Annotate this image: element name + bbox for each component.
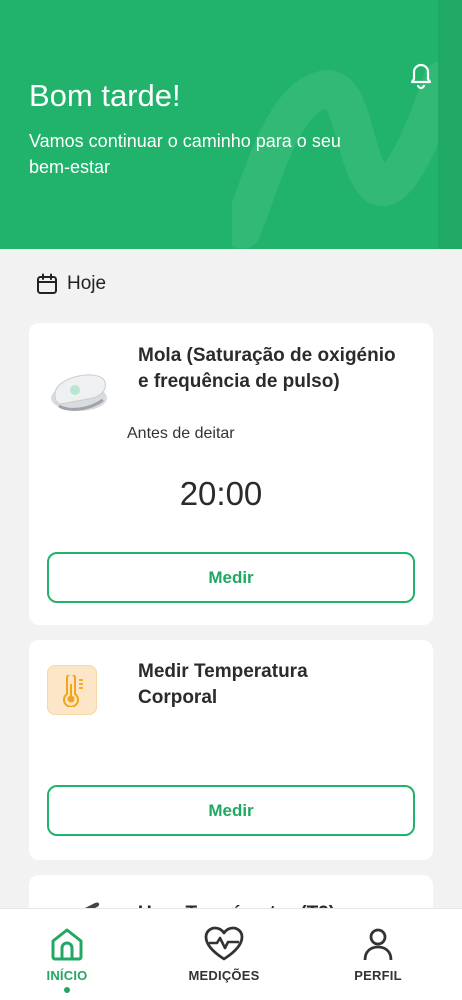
measure-button[interactable]: Medir [47, 785, 415, 836]
greeting-subtitle: Vamos continuar o caminho para o seu bem… [29, 131, 341, 177]
measurement-card-oximeter: Mola (Saturação de oxigénio e frequência… [29, 323, 433, 625]
active-indicator-dot [64, 987, 70, 993]
thermometer-icon-box [47, 665, 97, 715]
home-icon [51, 928, 83, 961]
bell-icon[interactable] [405, 58, 437, 90]
nav-item-profile[interactable]: PERFIL [338, 909, 418, 1000]
date-section: Hoje [36, 271, 106, 297]
card-schedule-label: Antes de deitar [127, 425, 235, 442]
greeting-title: Bom tarde! [29, 78, 181, 113]
thermometer-icon [63, 675, 83, 707]
nav-label-home: INÍCIO [46, 968, 88, 983]
card-title: Medir Temperatura Corporal [138, 661, 308, 708]
card-time: 20:00 [179, 475, 263, 512]
measure-button[interactable]: Medir [47, 552, 415, 603]
nav-label-measurements: MEDIÇÕES [188, 968, 260, 983]
nav-item-home[interactable]: INÍCIO [32, 909, 102, 1000]
user-icon [363, 928, 393, 961]
header-banner: Bom tarde! Vamos continuar o caminho par… [0, 0, 462, 249]
bottom-navigation: INÍCIO MEDIÇÕES PERFIL [0, 908, 462, 1000]
measurement-card-temperature: Medir Temperatura Corporal Medir [29, 640, 433, 860]
heart-pulse-icon [204, 926, 244, 961]
pulse-oximeter-icon [51, 374, 107, 411]
card-title: Mola (Saturação de oxigénio e frequência… [138, 345, 396, 392]
header-edge [438, 0, 462, 249]
calendar-icon [37, 273, 57, 294]
nav-label-profile: PERFIL [354, 968, 402, 983]
date-label: Hoje [67, 273, 107, 294]
nav-item-measurements[interactable]: MEDIÇÕES [174, 909, 274, 1000]
